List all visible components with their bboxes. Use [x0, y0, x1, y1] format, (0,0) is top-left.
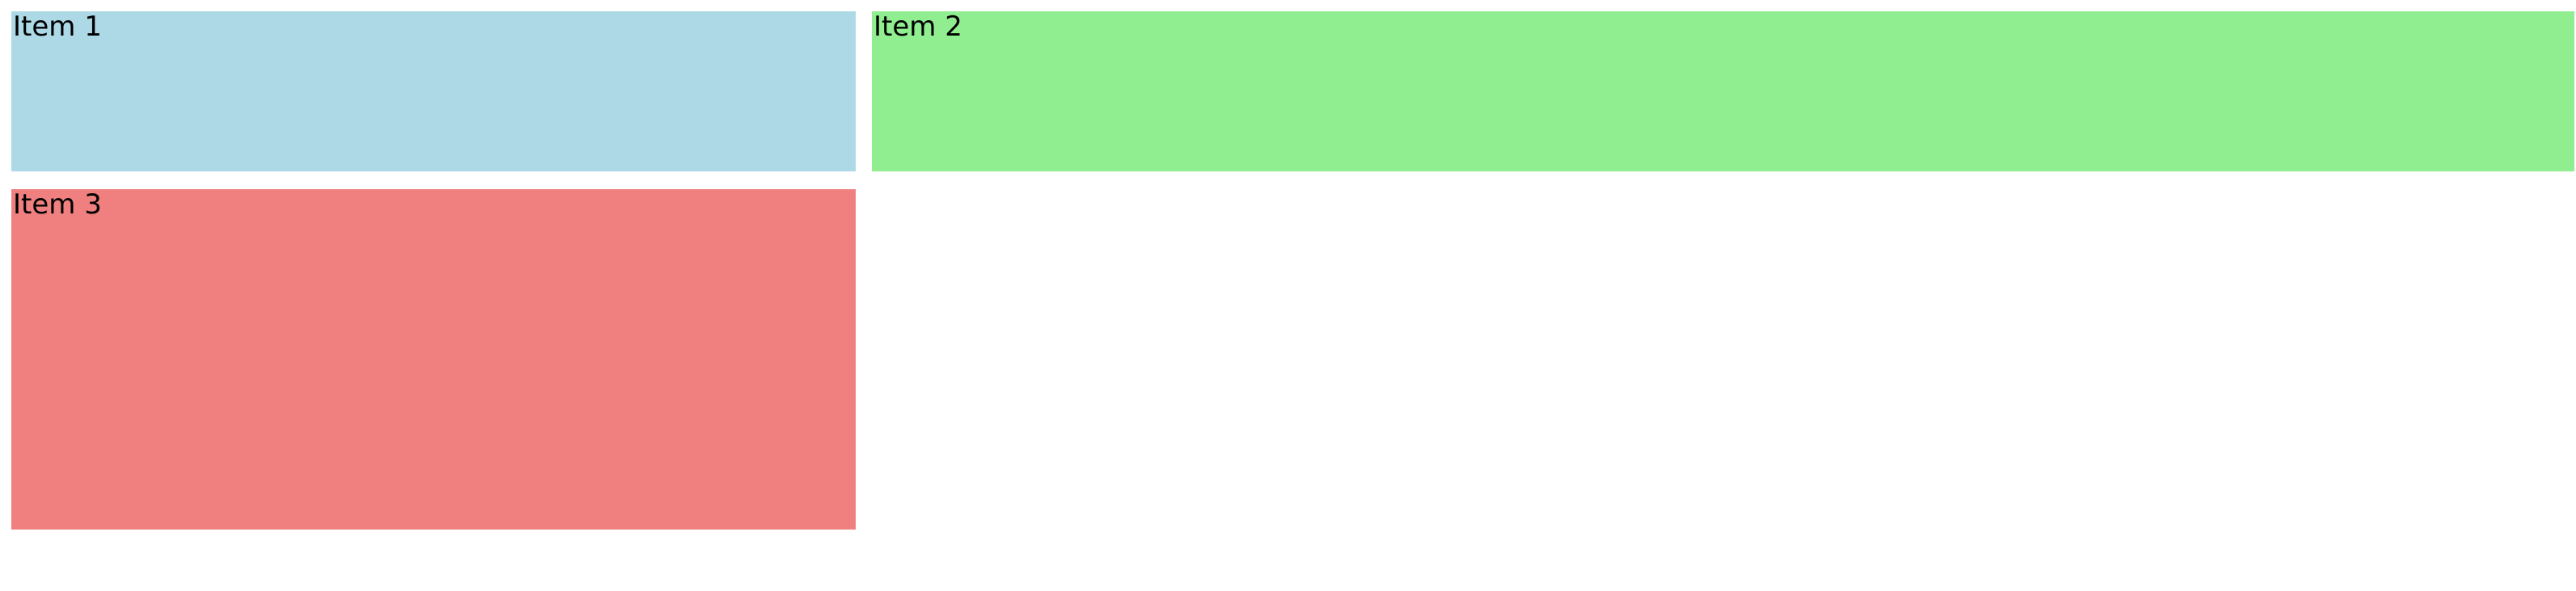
- grid-item-1-label: Item 1: [13, 11, 102, 43]
- grid-item-2-label: Item 2: [873, 11, 962, 43]
- grid-item-3: Item 3: [11, 189, 856, 530]
- grid-item-2: Item 2: [872, 11, 2574, 171]
- grid-item-1: Item 1: [11, 11, 856, 171]
- grid-container: Item 1 Item 2 Item 3: [11, 11, 2574, 530]
- grid-item-3-label: Item 3: [13, 188, 102, 221]
